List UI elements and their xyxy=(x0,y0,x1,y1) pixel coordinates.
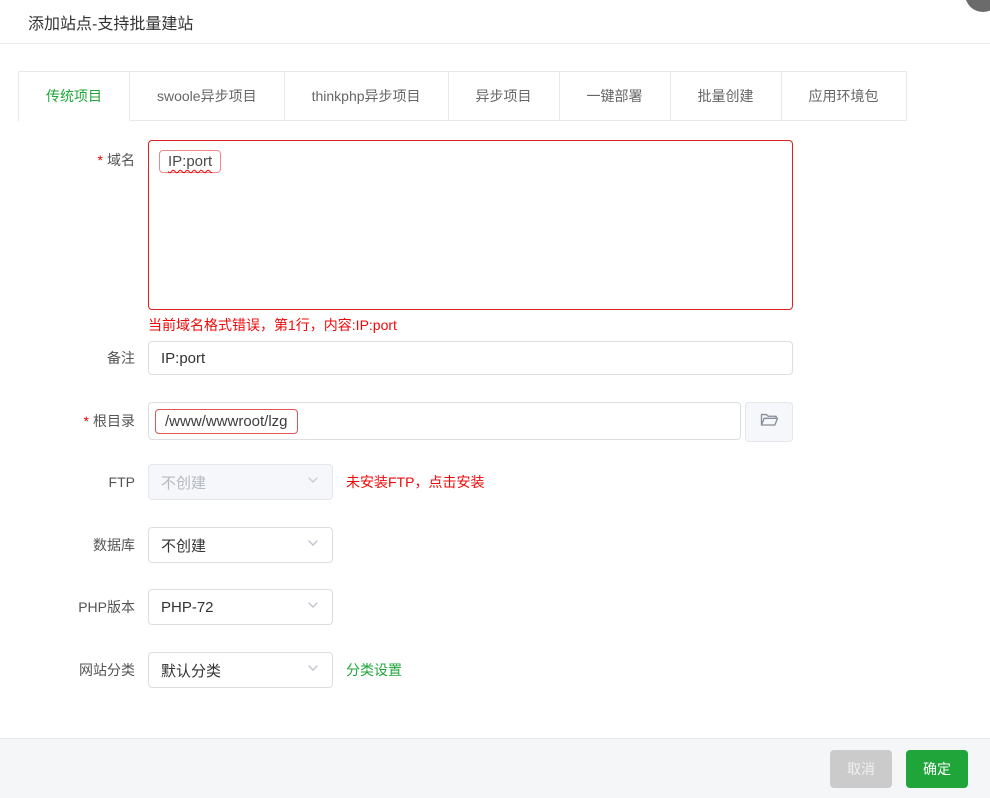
ftp-selected-value: 不创建 xyxy=(161,474,207,492)
tab-swoole-async-project[interactable]: swoole异步项目 xyxy=(130,72,285,121)
chevron-down-icon xyxy=(306,661,320,679)
note-label: 备注 xyxy=(107,350,135,366)
root-directory-input[interactable]: /www/wwwroot/lzg xyxy=(148,402,741,440)
root-row: * 根目录 /www/wwwroot/lzg xyxy=(0,402,990,442)
domain-row: * 域名 IP:port xyxy=(0,140,990,310)
category-settings-link[interactable]: 分类设置 xyxy=(346,652,402,688)
database-label: 数据库 xyxy=(93,537,135,553)
tab-async-project[interactable]: 异步项目 xyxy=(448,72,560,121)
chevron-down-icon xyxy=(306,598,320,616)
database-select[interactable]: 不创建 xyxy=(148,527,333,563)
ftp-label: FTP xyxy=(108,474,135,490)
required-asterisk: * xyxy=(83,413,89,429)
ftp-not-installed-link[interactable]: 未安装FTP，点击安装 xyxy=(346,464,484,500)
tab-traditional-project[interactable]: 传统项目 xyxy=(19,72,130,121)
required-asterisk: * xyxy=(97,152,103,168)
database-row: 数据库 不创建 xyxy=(0,527,990,563)
domain-textarea[interactable]: IP:port xyxy=(148,140,793,310)
confirm-button[interactable]: 确定 xyxy=(906,749,968,788)
dialog-title: 添加站点-支持批量建站 xyxy=(28,15,194,33)
tab-batch-create[interactable]: 批量创建 xyxy=(670,72,782,121)
note-input[interactable] xyxy=(148,341,793,375)
dialog-header: 添加站点-支持批量建站 xyxy=(0,0,990,44)
form-panel: *域名 IP:port 当前域名格式错误，第1行，内容:IP:port 备注 *… xyxy=(0,121,990,688)
tab-one-click-deploy[interactable]: 一键部署 xyxy=(559,72,671,121)
php-selected-value: PHP-72 xyxy=(161,598,214,616)
folder-icon xyxy=(759,410,779,435)
domain-label: * 域名 xyxy=(97,152,135,168)
add-site-dialog: 添加站点-支持批量建站 传统项目 swoole异步项目 thinkphp异步项目… xyxy=(0,0,990,798)
php-version-select[interactable]: PHP-72 xyxy=(148,589,333,625)
chevron-down-icon xyxy=(306,536,320,554)
tab-bar: 传统项目 swoole异步项目 thinkphp异步项目 异步项目 一键部署 批… xyxy=(18,71,907,121)
ftp-row: FTP 不创建 未安装FTP，点击安装 xyxy=(0,464,990,500)
cancel-button[interactable]: 取消 xyxy=(830,749,892,788)
dialog-footer: 取消 确定 xyxy=(0,738,990,798)
note-row: 备注 xyxy=(0,341,990,375)
site-category-row: 网站分类 默认分类 分类设置 xyxy=(0,652,990,688)
database-selected-value: 不创建 xyxy=(161,537,207,555)
php-version-row: PHP版本 PHP-72 xyxy=(0,589,990,625)
site-category-label: 网站分类 xyxy=(79,662,135,678)
site-category-select[interactable]: 默认分类 xyxy=(148,652,333,688)
domain-value-highlight: IP:port xyxy=(159,150,222,173)
chevron-down-icon xyxy=(306,473,320,491)
root-value-highlight: /www/wwwroot/lzg xyxy=(155,408,298,434)
category-selected-value: 默认分类 xyxy=(161,662,222,680)
tab-app-environment-pack[interactable]: 应用环境包 xyxy=(781,72,907,121)
domain-error-message: 当前域名格式错误，第1行，内容:IP:port xyxy=(148,317,397,333)
ftp-select[interactable]: 不创建 xyxy=(148,464,333,500)
root-label: * 根目录 xyxy=(83,413,135,429)
tab-thinkphp-async-project[interactable]: thinkphp异步项目 xyxy=(284,72,449,121)
browse-directory-button[interactable] xyxy=(745,402,793,442)
php-version-label: PHP版本 xyxy=(78,599,135,615)
